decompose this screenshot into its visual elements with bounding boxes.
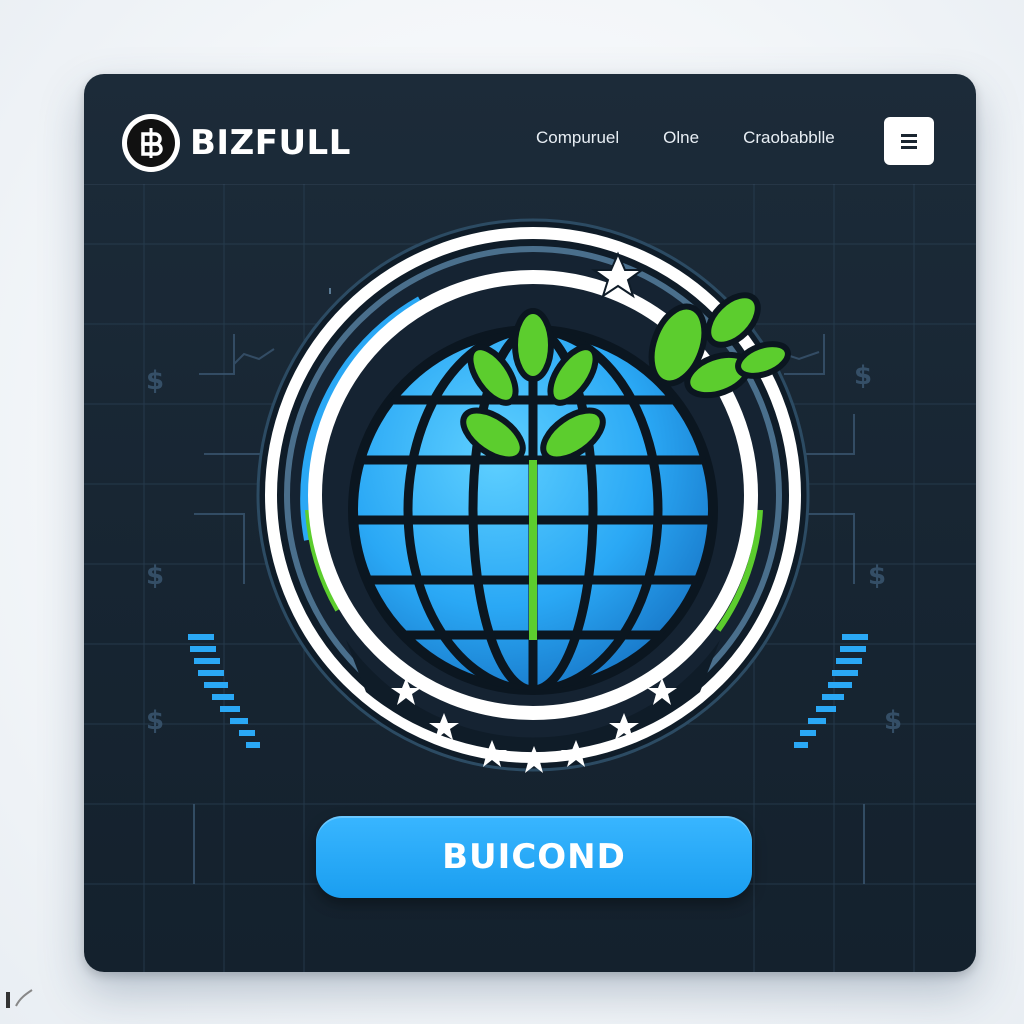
svg-text:$: $ — [146, 366, 164, 396]
main-card: $ $ $ $ $ $ BIZFULL Compuruel Olne Craob… — [84, 74, 976, 972]
svg-text:$: $ — [146, 706, 164, 736]
buicond-button-label: BUICOND — [442, 837, 626, 877]
svg-text:$: $ — [854, 361, 872, 391]
top-navigation-bar: BIZFULL Compuruel Olne Craobabblle — [84, 74, 976, 185]
svg-text:$: $ — [884, 706, 902, 736]
nav-links: Compuruel Olne Craobabblle — [536, 128, 835, 148]
dollar-b-icon — [122, 114, 180, 172]
svg-text:$: $ — [146, 561, 164, 591]
nav-link-compuruel[interactable]: Compuruel — [536, 128, 619, 148]
buicond-button[interactable]: BUICOND — [316, 816, 752, 898]
brand-logo[interactable]: BIZFULL — [122, 112, 351, 174]
globe-with-plant-icon — [256, 218, 810, 773]
corner-watermark-icon — [6, 989, 33, 1008]
hamburger-menu-icon — [901, 134, 917, 149]
brand-name: BIZFULL — [190, 123, 351, 163]
nav-link-craobabblle[interactable]: Craobabblle — [743, 128, 835, 148]
svg-text:$: $ — [868, 561, 886, 591]
menu-button[interactable] — [884, 117, 934, 165]
nav-link-olne[interactable]: Olne — [663, 128, 699, 148]
